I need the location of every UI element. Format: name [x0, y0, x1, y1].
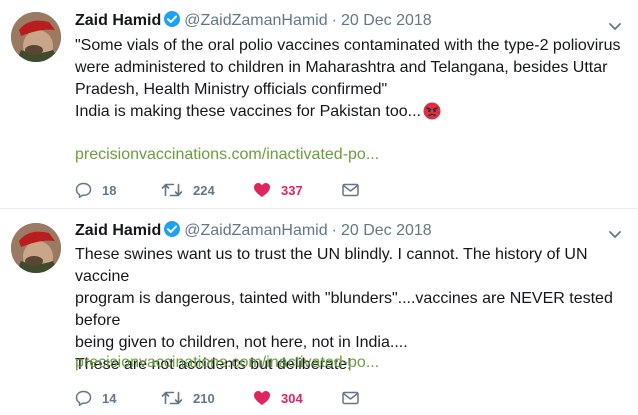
tweet[interactable]: Zaid Hamid @ZaidZamanHamid · 20 Dec 2018 "S… [0, 0, 638, 209]
tweet-link[interactable]: precisionvaccinations.com/inactivated-po… [75, 146, 379, 164]
avatar[interactable] [11, 223, 61, 273]
author-name[interactable]: Zaid Hamid [75, 12, 161, 29]
angry-face-emoji [423, 102, 441, 127]
retweet-button[interactable]: 224 [161, 182, 253, 198]
reply-button[interactable]: 18 [75, 182, 161, 198]
tweet-text: "Some vials of the oral polio vaccines c… [75, 35, 627, 127]
reply-icon [75, 182, 92, 198]
tweet-date[interactable]: 20 Dec 2018 [341, 222, 432, 239]
chevron-down-icon[interactable] [607, 19, 623, 35]
author-handle[interactable]: @ZaidZamanHamid [184, 12, 327, 29]
like-count: 304 [281, 390, 303, 406]
tweet-actions: 14 210 304 [75, 388, 372, 408]
reply-button[interactable]: 14 [75, 390, 161, 406]
envelope-icon [342, 183, 359, 197]
tweet-link[interactable]: precisionvaccinations.com/inactivated-po… [75, 354, 379, 372]
direct-message-button[interactable] [342, 183, 372, 197]
author-handle[interactable]: @ZaidZamanHamid [184, 222, 327, 239]
verified-badge-icon [163, 220, 181, 243]
like-button[interactable]: 304 [253, 390, 342, 406]
tweet-actions: 18 224 337 [75, 180, 372, 200]
avatar[interactable] [11, 12, 61, 62]
like-button[interactable]: 337 [253, 182, 342, 198]
author-name[interactable]: Zaid Hamid [75, 222, 161, 239]
separator-dot: · [331, 12, 337, 29]
retweet-icon [161, 183, 183, 197]
retweet-count: 210 [193, 390, 215, 406]
retweet-count: 224 [193, 182, 215, 198]
tweet-text-line: These swines want us to trust the UN bli… [75, 246, 588, 285]
direct-message-button[interactable] [342, 391, 372, 405]
reply-icon [75, 390, 92, 406]
tweet-header: Zaid Hamid @ZaidZamanHamid · 20 Dec 2018 [75, 220, 432, 242]
tweet-text-line: Pradesh, Health Ministry officials confi… [75, 81, 388, 98]
reply-count: 18 [102, 182, 117, 198]
separator-dot: · [331, 222, 337, 239]
envelope-icon [342, 391, 359, 405]
tweet-text-line: "Some vials of the oral polio vaccines c… [75, 37, 621, 54]
reply-count: 14 [102, 390, 117, 406]
tweet-text-line-with-emoji: India is making these vaccines for Pakis… [75, 101, 627, 127]
like-count: 337 [281, 182, 303, 198]
tweet-text-line: program is dangerous, tainted with "blun… [75, 290, 613, 329]
tweet-text-line: being given to children, not here, not i… [75, 334, 408, 351]
tweet-text-line: India is making these vaccines for Pakis… [75, 103, 421, 120]
chevron-down-icon[interactable] [607, 227, 623, 243]
tweet-text-line: were administered to children in Maharas… [75, 59, 608, 76]
retweet-icon [161, 391, 183, 405]
verified-badge-icon [163, 10, 181, 33]
tweet-date[interactable]: 20 Dec 2018 [341, 12, 432, 29]
heart-icon [254, 183, 270, 197]
retweet-button[interactable]: 210 [161, 390, 253, 406]
heart-icon [254, 391, 270, 405]
tweet-header: Zaid Hamid @ZaidZamanHamid · 20 Dec 2018 [75, 10, 432, 32]
